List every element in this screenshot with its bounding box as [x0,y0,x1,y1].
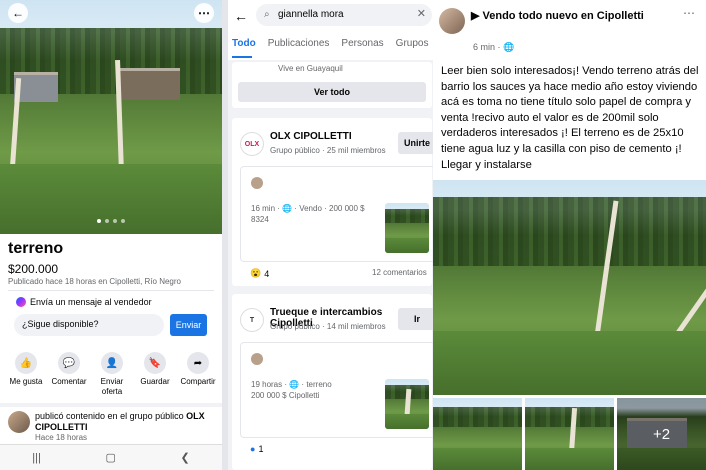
post-meta: 16 min · 🌐 · Vendo · 200 000 $ 8324 [251,204,365,224]
message-input[interactable]: ¿Sigue disponible? [14,314,164,336]
message-header: Envía un mensaje al vendedor [16,297,152,307]
back-icon[interactable]: ← [8,3,28,23]
action-label: Me gusta [9,377,43,386]
action-label: Comentar [51,377,87,386]
messenger-icon [16,297,26,307]
group-post[interactable]: 19 horas · 🌐 · terreno 200 000 $ Cipolle… [240,342,433,438]
person-location: Vive en Guayaquil [278,64,343,73]
post-header[interactable]: ▶ Vendo todo nuevo en Cipolletti [471,10,686,23]
group-logo: T [240,308,264,332]
like-button[interactable]: 👍 Me gusta [6,352,46,397]
see-all-button[interactable]: Ver todo [238,82,426,102]
like-icon: 👍 [15,352,37,374]
home-icon[interactable]: ▢ [105,451,115,464]
avatar [251,177,263,189]
post-thumbnail[interactable]: +2 [617,398,706,470]
people-result-card: Vive en Guayaquil Ver todo [232,62,432,108]
reaction-count: 1 [258,444,264,454]
send-offer-button[interactable]: 👤 Enviar oferta [92,352,132,397]
listing-posted: Publicado hace 18 horas en Cipolletti, R… [8,277,181,286]
post-thumbnail[interactable] [385,203,429,253]
search-query: giannella mora [278,9,344,20]
search-header: ← ⌕ giannella mora ✕ Todo Publicaciones … [228,0,433,60]
avatar[interactable] [439,8,465,34]
message-header-label: Envía un mensaje al vendedor [30,297,152,307]
android-nav-bar: ||| ▢ ❮ [0,444,222,470]
recent-apps-icon[interactable]: ||| [32,452,41,464]
listing-price: $200.000 [8,262,59,276]
action-label: Enviar oferta [100,377,124,396]
search-results-panel: ← ⌕ giannella mora ✕ Todo Publicaciones … [228,0,433,470]
group-post[interactable]: 16 min · 🌐 · Vendo · 200 000 $ 8324 [240,166,433,262]
active-tab-indicator [232,56,252,58]
post-main-photo[interactable] [433,180,706,395]
group-post-panel: ▶ Vendo todo nuevo en Cipolletti 6 min ·… [433,0,706,470]
search-tabs: Todo Publicaciones Personas Grupos E [228,38,433,49]
post-meta: 19 horas · 🌐 · terreno 200 000 $ Cipolle… [251,380,332,400]
listing-actions: 👍 Me gusta 💬 Comentar 👤 Enviar oferta 🔖 … [6,352,218,397]
share-button[interactable]: ➦ Compartir [178,352,218,397]
activity-time: Hace 18 horas [35,433,88,442]
group-name[interactable]: OLX CIPOLLETTI [270,131,400,142]
listing-photo[interactable] [0,0,222,234]
search-icon: ⌕ [264,9,270,20]
group-subtitle: Grupo público · 14 mil miembros [270,322,386,331]
share-icon: ➦ [187,352,209,374]
listing-title: terreno [8,240,64,257]
search-input[interactable]: ⌕ giannella mora ✕ [256,4,432,26]
like-icon: ● [250,444,256,454]
bookmark-icon: 🔖 [144,352,166,374]
marketplace-listing-panel: ← ⋯ terreno $200.000 Publicado hace 18 h… [0,0,222,470]
seller-activity[interactable]: publicó contenido en el grupo público OL… [8,411,210,442]
avatar [251,353,263,365]
reactions[interactable]: ● 1 [250,444,263,454]
photo-pagination [0,219,222,223]
tab-todo[interactable]: Todo [232,38,256,49]
action-label: Guardar [140,377,170,386]
post-time: 6 min · 🌐 [473,42,515,52]
nav-back-icon[interactable]: ❮ [180,451,189,464]
offer-icon: 👤 [101,352,123,374]
divider [0,403,222,407]
reaction-icon: 😮 [250,268,262,278]
more-options-icon[interactable]: ⋯ [683,6,695,20]
activity-text: publicó contenido en el grupo público OL… [35,411,205,432]
action-label: Compartir [180,377,216,386]
group-subtitle: Grupo público · 25 mil miembros [270,146,386,155]
join-button[interactable]: Ir [398,308,433,330]
reactions[interactable]: 😮 4 [250,268,269,279]
group-result-card[interactable]: T Trueque e intercambios Cipolletti Grup… [232,294,433,470]
comment-button[interactable]: 💬 Comentar [49,352,89,397]
post-thumbnail[interactable] [385,379,429,429]
post-photo-thumbnails: +2 [433,398,706,470]
divider [8,290,214,291]
avatar [8,411,30,433]
back-icon[interactable]: ← [234,8,248,24]
globe-icon: 🌐 [503,42,515,52]
tab-personas[interactable]: Personas [341,38,383,49]
post-thumbnail[interactable] [433,398,522,470]
group-result-card[interactable]: OLX OLX CIPOLLETTI Grupo público · 25 mi… [232,118,433,286]
join-button[interactable]: Unirte [398,132,433,154]
save-button[interactable]: 🔖 Guardar [135,352,175,397]
group-logo: OLX [240,132,264,156]
send-button[interactable]: Enviar [170,314,207,336]
comments-count[interactable]: 12 comentarios [372,268,427,277]
post-thumbnail[interactable] [525,398,614,470]
reaction-count: 4 [264,268,270,279]
clear-icon[interactable]: ✕ [417,7,426,20]
messenger-icon: 💬 [58,352,80,374]
more-photos-count[interactable]: +2 [617,398,706,470]
more-options-icon[interactable]: ⋯ [194,3,214,23]
tab-grupos[interactable]: Grupos [396,38,429,49]
tab-publicaciones[interactable]: Publicaciones [268,38,330,49]
post-text: Leer bien solo interesados¡! Vendo terre… [441,65,699,171]
